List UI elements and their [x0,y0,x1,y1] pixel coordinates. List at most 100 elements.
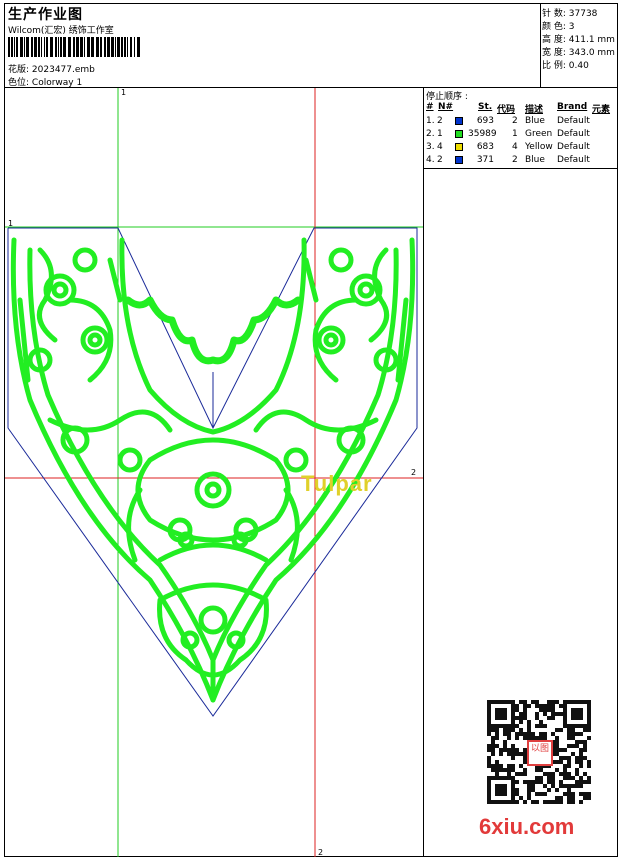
qr-module [567,784,571,788]
qr-module [563,724,567,728]
qr-module [575,708,579,712]
qr-module [531,788,535,792]
qr-module [583,756,587,760]
qr-module [551,780,555,784]
qr-module [527,728,531,732]
qr-module [575,784,579,788]
qr-module [487,760,491,764]
qr-module [491,764,495,768]
qr-module [515,788,519,792]
qr-module [511,700,515,704]
qr-module [499,776,503,780]
qr-module [523,732,527,736]
qr-module [535,712,539,716]
qr-module [583,744,587,748]
qr-module [511,768,515,772]
qr-module [503,800,507,804]
qr-module [503,792,507,796]
qr-module [487,728,491,732]
qr-module [511,800,515,804]
design-canvas [5,88,591,857]
qr-module [587,780,591,784]
qr-module [547,776,551,780]
qr-module [511,708,515,712]
qr-module [567,724,571,728]
qr-module [583,724,587,728]
qr-module [507,700,511,704]
qr-module [551,776,555,780]
qr-module [515,780,519,784]
qr-module [587,764,591,768]
qr-module [539,792,543,796]
qr-module [543,784,547,788]
qr-module [579,712,583,716]
qr-module [563,768,567,772]
qr-module [499,784,503,788]
qr-module [571,716,575,720]
guide-label-red-right: 2 [411,468,417,477]
qr-module [519,752,523,756]
qr-module [519,700,523,704]
qr-module [563,756,567,760]
qr-module [519,728,523,732]
qr-module [515,732,519,736]
qr-module [559,800,563,804]
qr-module [575,744,579,748]
qr-module [491,740,495,744]
qr-module [515,792,519,796]
qr-module [587,728,591,732]
qr-module [563,704,567,708]
qr-module [491,724,495,728]
qr-module [579,748,583,752]
qr-module [579,792,583,796]
qr-module [503,776,507,780]
qr-module [551,700,555,704]
qr-module [523,700,527,704]
qr-module [555,700,559,704]
qr-module [503,728,507,732]
qr-module [531,732,535,736]
qr-module [503,700,507,704]
qr-module [567,764,571,768]
qr-module [547,800,551,804]
qr-module [559,748,563,752]
qr-module [547,708,551,712]
qr-module [587,704,591,708]
qr-module [547,704,551,708]
qr-module [587,760,591,764]
qr-module [515,736,519,740]
qr-module [511,720,515,724]
qr-module [503,788,507,792]
qr-module [519,716,523,720]
qr-module [527,780,531,784]
qr-module [495,776,499,780]
qr-module [535,700,539,704]
qr-module [571,724,575,728]
qr-module [559,772,563,776]
qr-module [567,760,571,764]
qr-module [519,764,523,768]
qr-module [571,728,575,732]
qr-module [539,732,543,736]
qr-module [535,800,539,804]
qr-module [547,700,551,704]
qr-stamp: 以图 [527,740,553,766]
qr-module [567,744,571,748]
qr-module [495,716,499,720]
qr-module [539,724,543,728]
qr-module [539,776,543,780]
qr-module [511,752,515,756]
qr-module [575,732,579,736]
qr-module [487,744,491,748]
qr-module [503,712,507,716]
site-watermark: 6xiu.com [479,814,575,839]
qr-module [495,708,499,712]
qr-module [579,764,583,768]
qr-module [487,776,491,780]
qr-module [499,788,503,792]
qr-module [495,772,499,776]
qr-module [527,784,531,788]
qr-module [555,736,559,740]
qr-module [579,740,583,744]
qr-module [487,796,491,800]
